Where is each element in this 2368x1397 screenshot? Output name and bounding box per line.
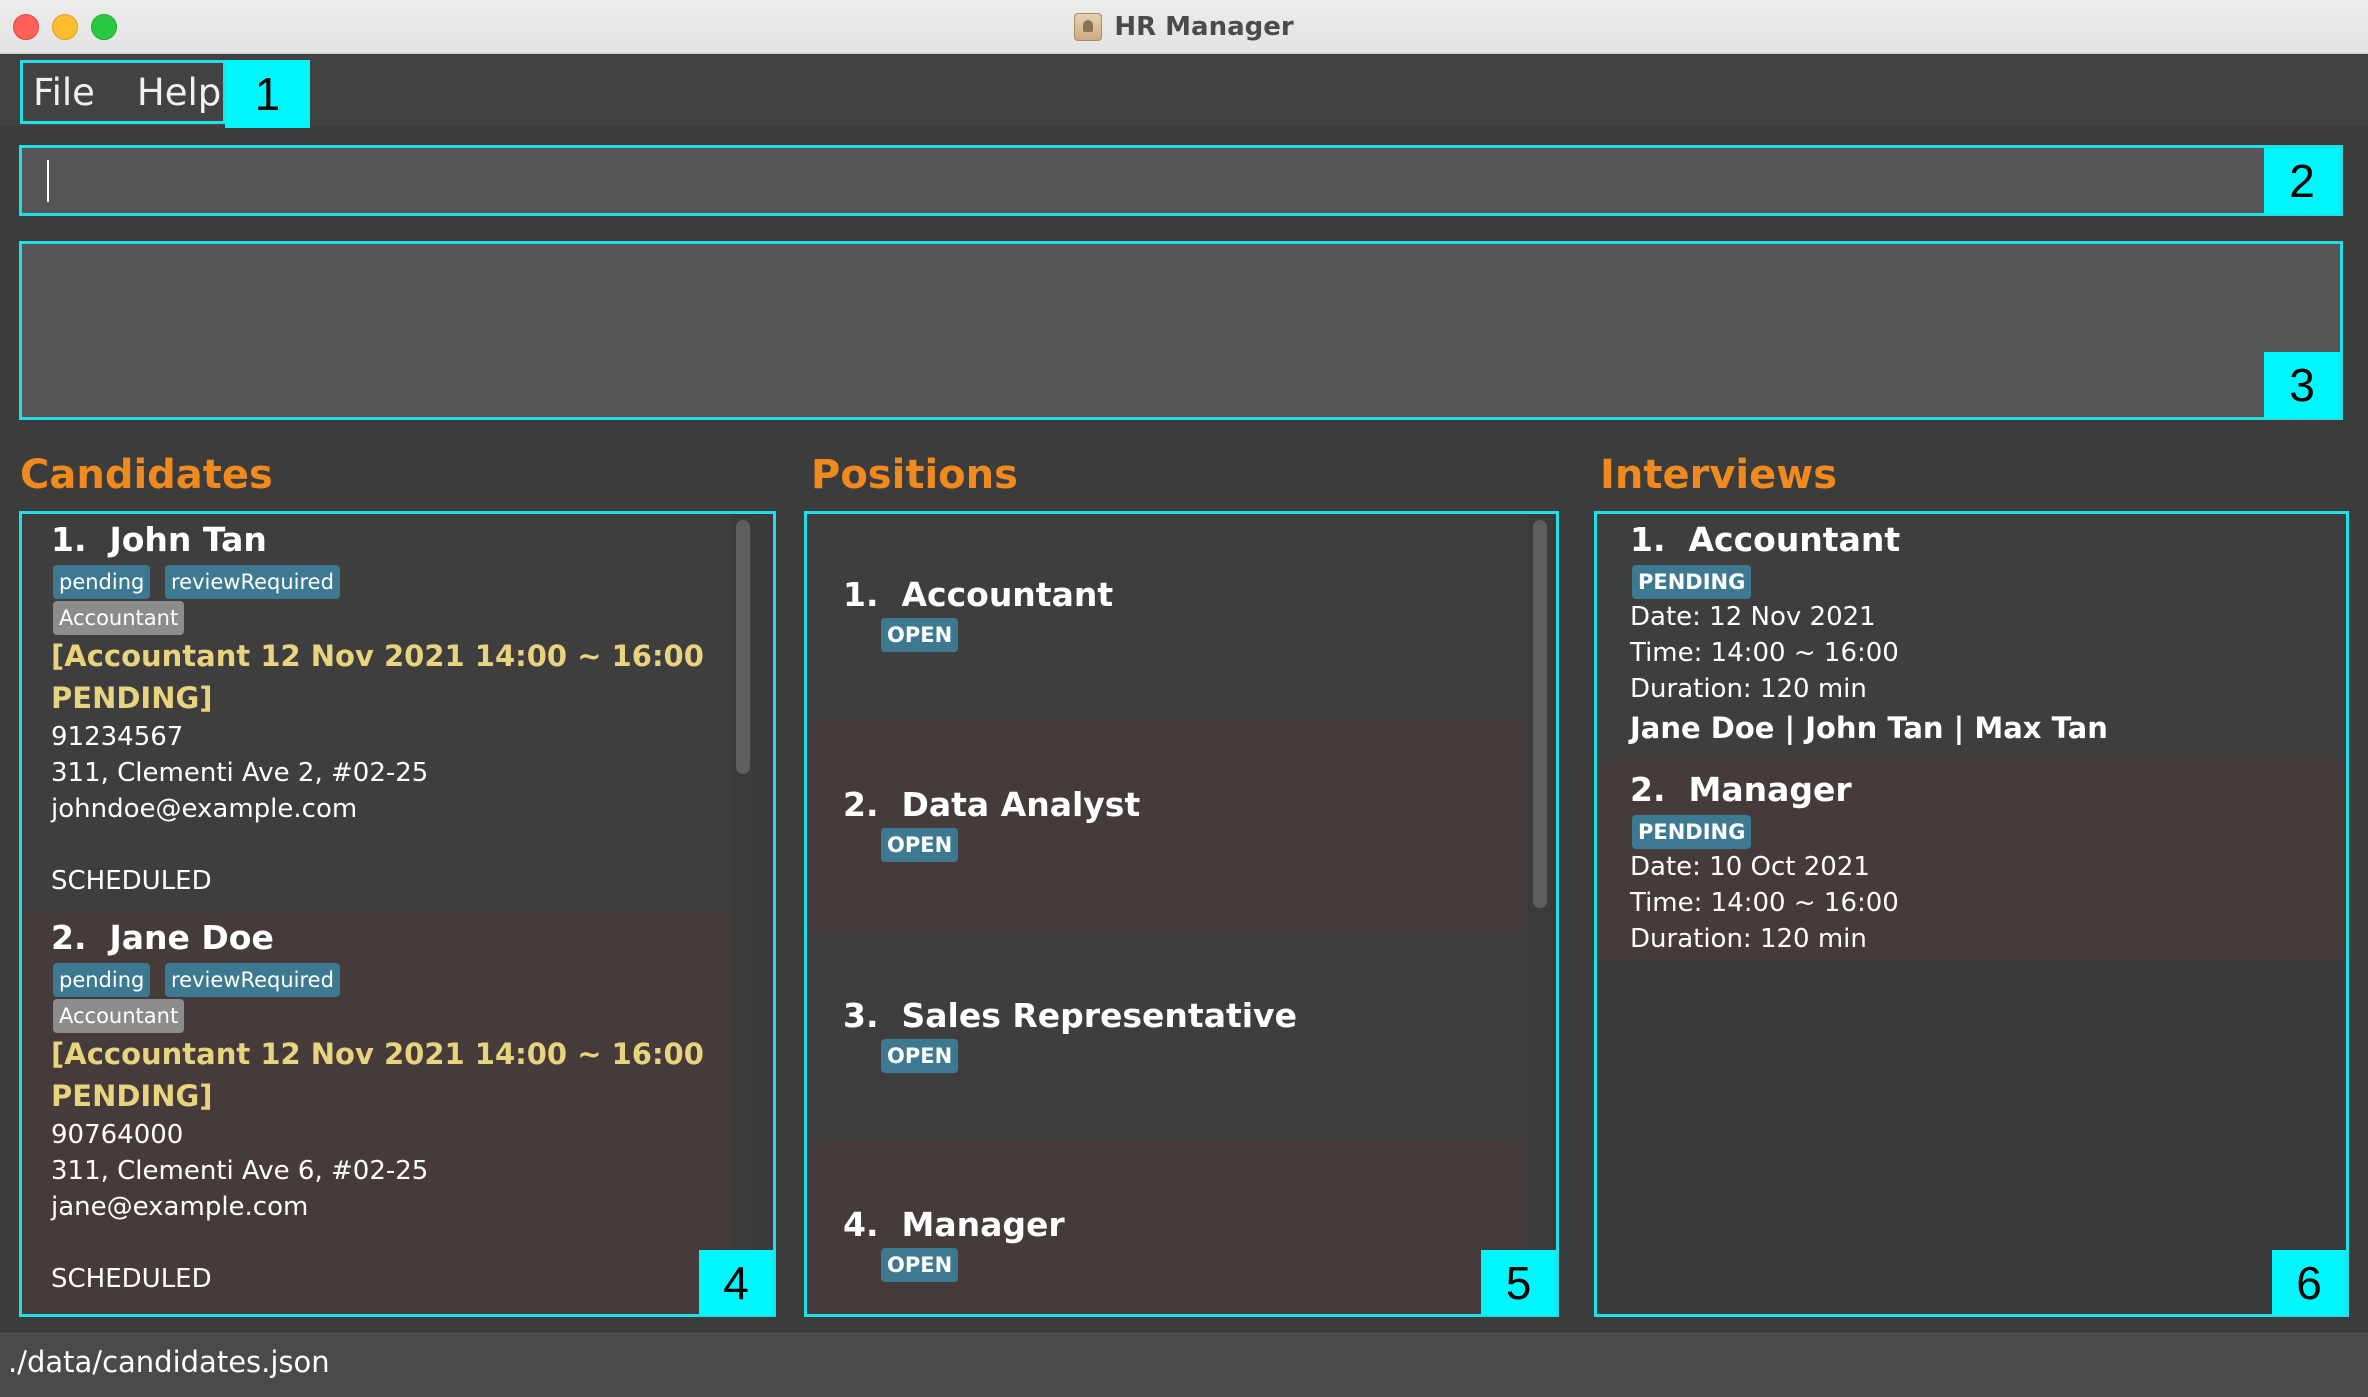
interview-status-tag: PENDING [1632,565,1752,599]
interview-title: Manager [1688,770,1852,809]
interviews-list[interactable]: 1. Accountant PENDING Date: 12 Nov 2021 … [1594,511,2349,1317]
interview-index: 1. [1630,520,1666,559]
candidate-interview-status: PENDING] [51,681,213,715]
positions-scrollbar[interactable] [1528,518,1552,1310]
candidate-name: John Tan [109,520,267,559]
result-display [19,241,2343,420]
interview-duration: Duration: 120 min [1630,924,1867,954]
position-index: 1. [843,575,879,614]
callout-label-1: 1 [225,60,310,128]
candidate-address: 311, Clementi Ave 6, #02-25 [51,1156,429,1186]
position-status-tag: OPEN [881,828,959,862]
positions-heading: Positions [811,452,1018,498]
menu-help[interactable]: Help [107,71,233,114]
callout-label-4: 4 [699,1250,773,1315]
candidate-phone: 90764000 [51,1120,184,1150]
data-file-path: ./data/candidates.json [8,1345,330,1379]
scrollbar-thumb[interactable] [1533,520,1547,908]
command-input[interactable] [32,154,2266,206]
callout-label-2: 2 [2264,148,2340,214]
position-index: 4. [843,1205,879,1244]
candidates-scrollbar[interactable] [731,518,755,1310]
candidate-status: SCHEDULED [51,866,212,896]
candidate-phone: 91234567 [51,722,184,752]
interview-index: 2. [1630,770,1666,809]
candidate-index: 1. [51,520,87,559]
position-status-tag: OPEN [881,618,959,652]
candidate-tag: pending [53,565,151,599]
positions-list[interactable]: 1. Accountant OPEN 2. Data Analyst OPEN … [804,511,1559,1317]
position-card[interactable]: 4. Manager OPEN [807,1139,1528,1314]
position-index: 3. [843,996,879,1035]
interview-card[interactable]: 1. Accountant PENDING Date: 12 Nov 2021 … [1597,514,2346,762]
interview-duration: Duration: 120 min [1630,674,1867,704]
position-title: Accountant [901,575,1114,614]
position-title: Manager [901,1205,1065,1244]
candidates-heading: Candidates [20,452,273,498]
candidate-card[interactable]: 2. Jane Doe pending reviewRequired Accou… [22,912,731,1314]
position-card[interactable]: 3. Sales Representative OPEN [807,930,1528,1139]
interview-time: Time: 14:00 ~ 16:00 [1630,888,1899,918]
app-icon [1074,12,1103,41]
candidate-name: Jane Doe [109,918,274,957]
candidate-tag: reviewRequired [165,963,340,997]
window-title: HR Manager [1114,11,1294,42]
candidate-email: johndoe@example.com [51,794,358,824]
title-bar: HR Manager [0,0,2368,54]
candidate-interview: [Accountant 12 Nov 2021 14:00 ~ 16:00 [51,1037,704,1071]
candidate-interview: [Accountant 12 Nov 2021 14:00 ~ 16:00 [51,639,704,673]
callout-label-3: 3 [2264,352,2340,418]
candidate-tag: reviewRequired [165,565,340,599]
interviews-heading: Interviews [1600,452,1838,498]
text-caret [47,160,49,202]
position-title: Data Analyst [901,785,1141,824]
scrollbar-thumb[interactable] [736,520,750,774]
menu-bar [0,54,2368,126]
candidate-status: SCHEDULED [51,1264,212,1294]
interview-candidates: Jane Doe | John Tan | Max Tan [1630,711,2108,745]
interview-card[interactable]: 2. Manager PENDING Date: 10 Oct 2021 Tim… [1597,762,2346,960]
candidates-list[interactable]: 1. John Tan pending reviewRequired Accou… [19,511,776,1317]
callout-label-5: 5 [1481,1250,1556,1315]
interview-title: Accountant [1688,520,1901,559]
candidate-interview-status: PENDING] [51,1079,213,1113]
interview-time: Time: 14:00 ~ 16:00 [1630,638,1899,668]
interview-date: Date: 10 Oct 2021 [1630,852,1870,882]
position-status-tag: OPEN [881,1039,959,1073]
menu-frame: File Help [20,60,226,124]
candidate-index: 2. [51,918,87,957]
candidate-email: jane@example.com [51,1192,309,1222]
candidate-card[interactable]: 1. John Tan pending reviewRequired Accou… [22,514,731,912]
position-status-tag: OPEN [881,1248,959,1282]
candidate-tag: pending [53,963,151,997]
candidate-address: 311, Clementi Ave 2, #02-25 [51,758,429,788]
position-index: 2. [843,785,879,824]
position-title: Sales Representative [901,996,1297,1035]
command-box [19,145,2343,216]
interview-status-tag: PENDING [1632,815,1752,849]
status-bar: ./data/candidates.json [0,1333,2368,1397]
position-card[interactable]: 2. Data Analyst OPEN [807,720,1528,930]
candidate-position-tag: Accountant [53,601,185,635]
interview-date: Date: 12 Nov 2021 [1630,602,1876,632]
callout-label-6: 6 [2272,1250,2346,1315]
position-card[interactable]: 1. Accountant OPEN [807,514,1528,720]
candidate-position-tag: Accountant [53,999,185,1033]
menu-file[interactable]: File [23,71,107,114]
